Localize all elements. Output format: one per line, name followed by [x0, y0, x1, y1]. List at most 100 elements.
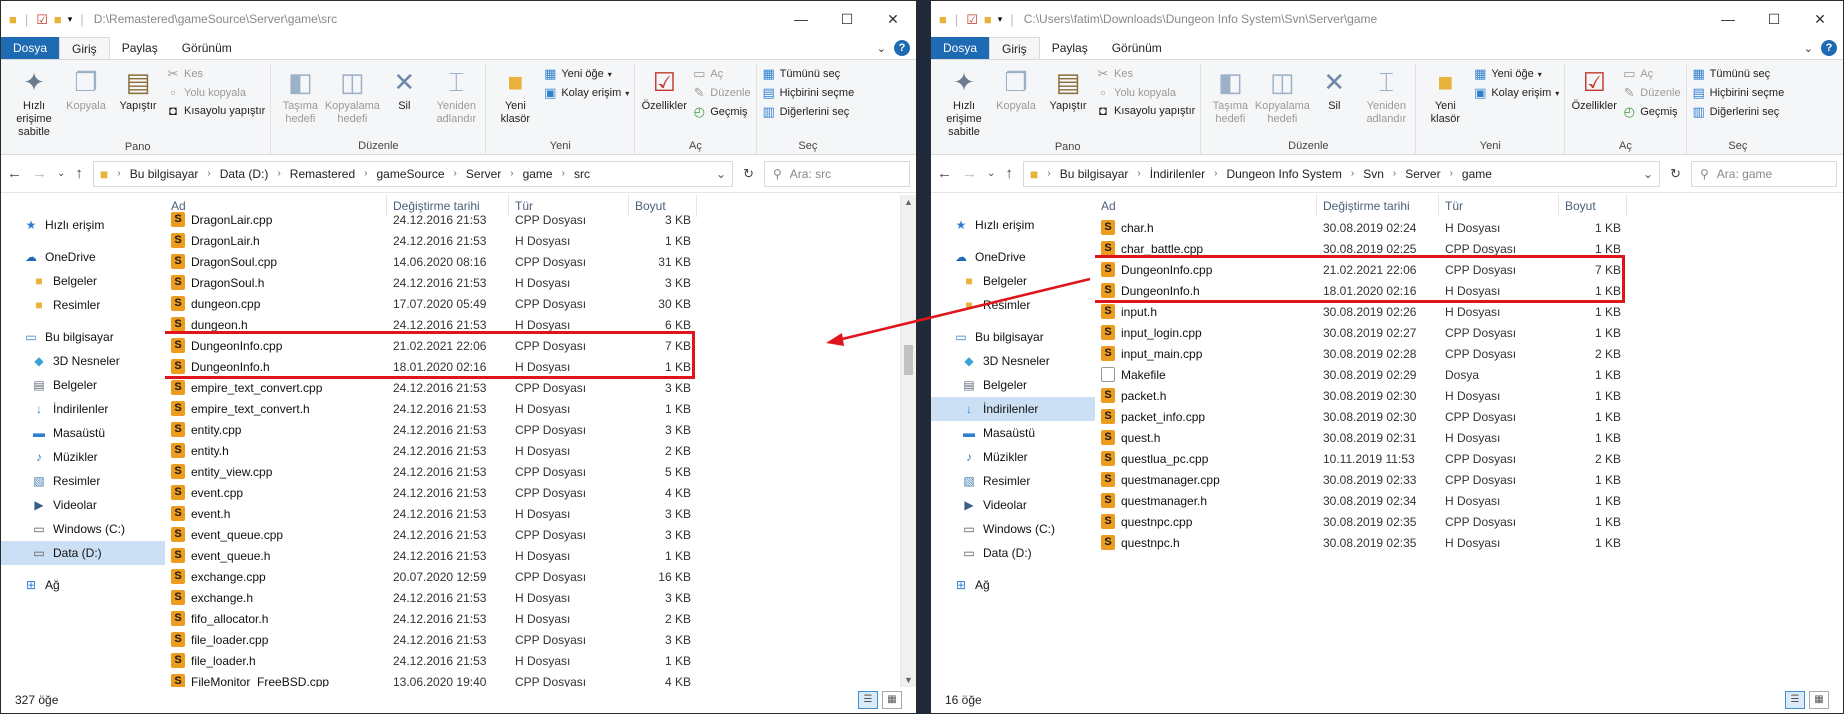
chevron-right-icon[interactable]: › [277, 168, 280, 179]
tab-2[interactable]: Paylaş [110, 37, 170, 59]
maximize-icon[interactable]: ☐ [1751, 1, 1797, 37]
search-input[interactable]: ⚲ Ara: src [764, 160, 910, 187]
customize-dropdown-icon[interactable]: ▾ [68, 14, 73, 24]
new-item-button[interactable]: ▦ Yeni öğe ▾ [543, 66, 629, 82]
large-icons-view-icon[interactable]: ▦ [882, 691, 902, 709]
breadcrumb-item[interactable]: Dungeon Info System [1226, 167, 1341, 181]
file-row[interactable]: Squestmanager.h 30.08.2019 02:34 H Dosyası… [1095, 490, 1843, 511]
file-row[interactable]: Sfifo_allocator.h 24.12.2016 21:53 H Dosya… [165, 608, 916, 629]
file-row[interactable]: S DungeonInfo.cpp 21.02.2021 22:06 CPP Dosy… [1095, 259, 1843, 280]
properties-icon[interactable]: ☑ [966, 13, 978, 26]
select-none-button[interactable]: ▤ Hiçbirini seçme [762, 85, 854, 101]
chevron-right-icon[interactable]: › [562, 168, 565, 179]
properties-button[interactable]: ☑ Özellikler [640, 64, 688, 138]
nav-item[interactable]: ▧ Resimler [931, 469, 1095, 493]
paste-button[interactable]: ▤ Yapıştır [114, 64, 162, 139]
refresh-icon[interactable]: ↻ [743, 166, 754, 182]
search-input[interactable]: ⚲ Ara: game [1691, 160, 1837, 187]
chevron-right-icon[interactable]: › [1137, 168, 1140, 179]
chevron-right-icon[interactable]: › [1351, 168, 1354, 179]
file-row[interactable]: Sinput.h 30.08.2019 02:26 H Dosyası 1 KB [1095, 301, 1843, 322]
breadcrumb-item[interactable]: game [1462, 167, 1492, 181]
edit-button[interactable]: ✎ Düzenle [692, 85, 751, 101]
file-row[interactable]: S DungeonInfo.cpp 21.02.2021 22:06 CPP Dosy… [165, 335, 916, 356]
file-row[interactable]: Squestnpc.cpp 30.08.2019 02:35 CPP Dosyası… [1095, 511, 1843, 532]
recent-dropdown-icon[interactable]: ⌄ [987, 168, 995, 179]
nav-item[interactable]: ◆ 3D Nesneler [931, 349, 1095, 373]
tab-3[interactable]: Görünüm [1100, 37, 1174, 59]
nav-item[interactable]: ■ Belgeler [931, 269, 1095, 293]
nav-item[interactable]: ♪ Müzikler [1, 445, 165, 469]
file-row[interactable]: S DragonSoul.cpp 14.06.2020 08:16 CPP Dosya… [165, 251, 916, 272]
scroll-up-icon[interactable]: ▲ [901, 197, 916, 207]
copy-to-button[interactable]: ◫ Kopyalama hedefi [325, 64, 380, 138]
file-row[interactable]: S DragonLair.h 24.12.2016 21:53 H Dosyası 1 … [165, 230, 916, 251]
delete-button[interactable]: ✕ Sil [1310, 64, 1358, 138]
file-row[interactable]: Sentity_view.cpp 24.12.2016 21:53 CPP Dosy… [165, 461, 916, 482]
edit-button[interactable]: ✎ Düzenle [1622, 85, 1681, 101]
scroll-down-icon[interactable]: ▼ [901, 675, 916, 685]
nav-item[interactable]: ▭ Bu bilgisayar [1, 325, 165, 349]
column-header-item[interactable]: Tür [1439, 195, 1559, 217]
tab-1[interactable]: Giriş [989, 37, 1040, 59]
nav-item[interactable]: ▤ Belgeler [1, 373, 165, 397]
chevron-right-icon[interactable]: › [1450, 168, 1453, 179]
details-view-icon[interactable]: ☰ [858, 691, 878, 709]
file-row[interactable]: Sexchange.cpp 20.07.2020 12:59 CPP Dosyası… [165, 566, 916, 587]
chevron-right-icon[interactable]: › [1214, 168, 1217, 179]
column-header-item[interactable]: Ad [1095, 195, 1317, 217]
vertical-scrollbar[interactable]: ▲ ▼ [900, 195, 916, 687]
open-button[interactable]: ▭ Aç [1622, 66, 1680, 82]
history-button[interactable]: ◴ Geçmiş [692, 104, 750, 120]
new-folder-button[interactable]: ■ Yeni klasör [491, 64, 539, 138]
file-row[interactable]: Sinput_login.cpp 30.08.2019 02:27 CPP Dosy… [1095, 322, 1843, 343]
nav-item[interactable]: ▬ Masaüstü [1, 421, 165, 445]
forward-arrow-icon[interactable]: → [962, 165, 977, 182]
chevron-down-icon[interactable]: ⌄ [716, 167, 726, 181]
file-row[interactable]: Squestmanager.cpp 30.08.2019 02:33 CPP Dos… [1095, 469, 1843, 490]
refresh-icon[interactable]: ↻ [1670, 166, 1681, 182]
chevron-right-icon[interactable]: › [117, 168, 120, 179]
new-folder-icon[interactable]: ■ [54, 13, 62, 26]
nav-item[interactable]: ■ Resimler [1, 293, 165, 317]
help-icon[interactable]: ? [1821, 40, 1837, 56]
breadcrumb-item[interactable]: Bu bilgisayar [130, 167, 199, 181]
chevron-right-icon[interactable]: › [1393, 168, 1396, 179]
close-icon[interactable]: ✕ [1797, 1, 1843, 37]
file-row[interactable]: Squestnpc.h 30.08.2019 02:35 H Dosyası 1 KB [1095, 532, 1843, 553]
forward-arrow-icon[interactable]: → [32, 165, 47, 182]
file-row[interactable]: Sevent_queue.h 24.12.2016 21:53 H Dosyası 1… [165, 545, 916, 566]
history-button[interactable]: ◴ Geçmiş [1622, 104, 1680, 120]
file-row[interactable]: Sinput_main.cpp 30.08.2019 02:28 CPP Dosya… [1095, 343, 1843, 364]
file-row[interactable]: S DragonLair.cpp 24.12.2016 21:53 CPP Dosya… [165, 209, 916, 230]
file-row[interactable]: Spacket.h 30.08.2019 02:30 H Dosyası 1 KB [1095, 385, 1843, 406]
tab-1[interactable]: Giriş [59, 37, 110, 59]
nav-item[interactable]: ■ Resimler [931, 293, 1095, 317]
file-row[interactable]: Sexchange.h 24.12.2016 21:53 H Dosyası 3 KB [165, 587, 916, 608]
scrollbar-thumb[interactable] [904, 345, 913, 375]
rename-button[interactable]: ⌶ Yeniden adlandır [432, 64, 480, 138]
column-header-item[interactable]: Boyut [1559, 195, 1627, 217]
breadcrumb-item[interactable]: src [574, 167, 590, 181]
up-arrow-icon[interactable]: ↑ [75, 165, 83, 182]
file-row[interactable]: Sentity.cpp 24.12.2016 21:53 CPP Dosyası 3 … [165, 419, 916, 440]
file-row[interactable]: S FileMonitor_FreeBSD.cpp 13.06.2020 19:40… [165, 671, 916, 687]
maximize-icon[interactable]: ☐ [824, 1, 870, 37]
pin-quick-access-button[interactable]: ✦ Hızlı erişime sabitle [940, 64, 988, 139]
copy-button[interactable]: ❐ Kopyala [62, 64, 110, 139]
file-row[interactable]: Sdungeon.cpp 17.07.2020 05:49 CPP Dosyası 3… [165, 293, 916, 314]
nav-item[interactable]: ⊞ Ağ [1, 573, 165, 597]
nav-item[interactable]: ▶ Videolar [1, 493, 165, 517]
breadcrumb-item[interactable]: Svn [1363, 167, 1384, 181]
file-row[interactable]: Schar_battle.cpp 30.08.2019 02:25 CPP Dosy… [1095, 238, 1843, 259]
breadcrumb-item[interactable]: Data (D:) [220, 167, 269, 181]
pin-quick-access-button[interactable]: ✦ Hızlı erişime sabitle [10, 64, 58, 139]
file-row[interactable]: S DungeonInfo.h 18.01.2020 02:16 H Dosyası 1… [165, 356, 916, 377]
breadcrumb-item[interactable]: Server [466, 167, 501, 181]
chevron-right-icon[interactable]: › [207, 168, 210, 179]
breadcrumb-item[interactable]: İndirilenler [1150, 167, 1205, 181]
minimize-icon[interactable]: — [1705, 1, 1751, 37]
file-row[interactable]: Sempire_text_convert.cpp 24.12.2016 21:53… [165, 377, 916, 398]
tab-2[interactable]: Paylaş [1040, 37, 1100, 59]
recent-dropdown-icon[interactable]: ⌄ [57, 168, 65, 179]
